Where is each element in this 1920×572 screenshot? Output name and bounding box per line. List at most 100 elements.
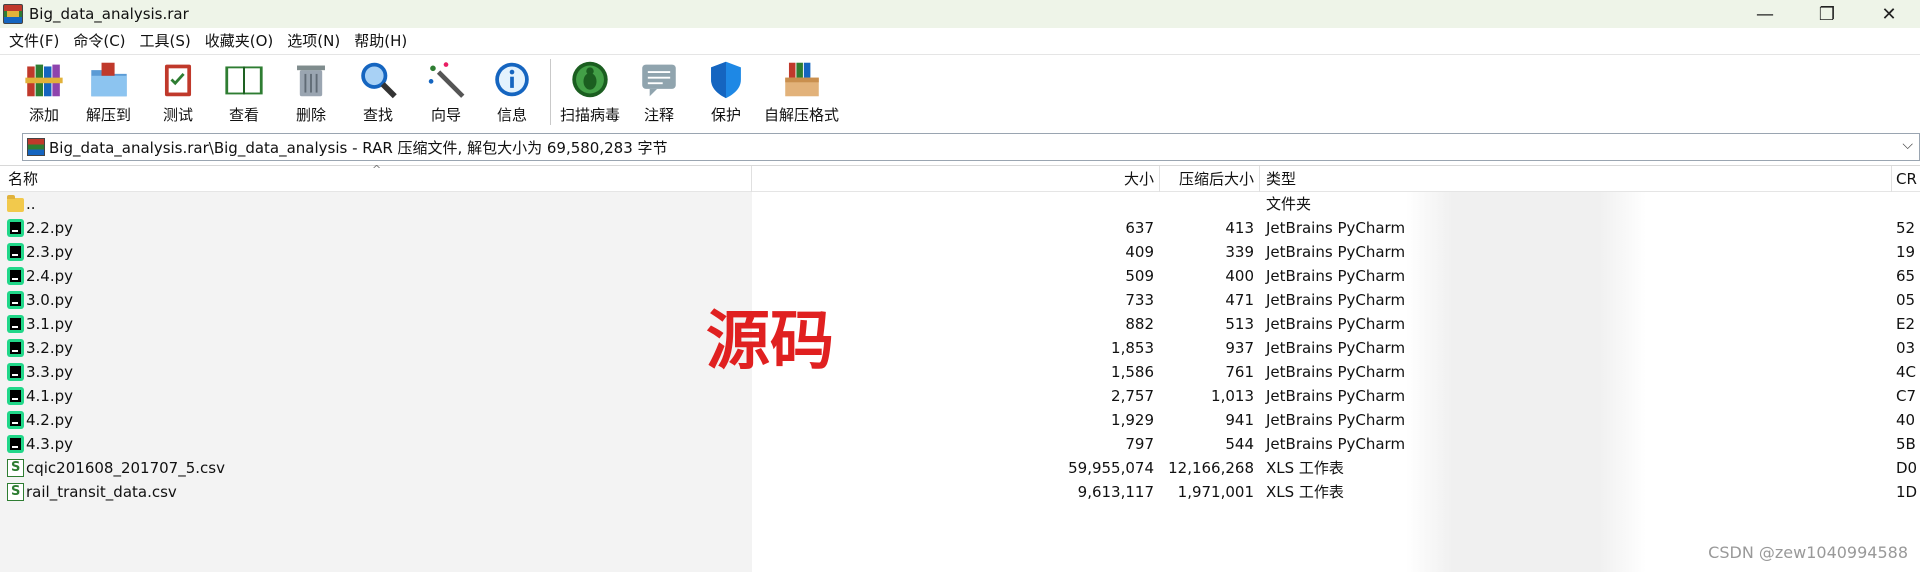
csdn-credit: CSDN @zew1040994588 [1708, 543, 1908, 562]
file-type: JetBrains PyCharm [1266, 387, 1406, 405]
add-books-icon [25, 64, 63, 97]
wizard-wand-icon [428, 62, 465, 98]
file-crc: 4C [1896, 363, 1917, 381]
test-clipboard-icon [164, 64, 192, 97]
column-separator[interactable] [1159, 166, 1160, 192]
file-crc: 03 [1896, 339, 1916, 357]
find-button[interactable]: 查找 [356, 59, 400, 125]
add-button[interactable]: 添加 [22, 59, 66, 125]
file-size: 882 [1125, 315, 1154, 333]
info-button[interactable]: 信息 [490, 59, 534, 125]
file-row[interactable]: 2.4.py 509 400 JetBrains PyCharm 65 [0, 264, 1920, 288]
address-path: Big_data_analysis.rar\Big_data_analysis … [49, 138, 668, 157]
file-name: 4.1.py [26, 387, 74, 405]
view-book-icon [225, 66, 263, 95]
info-icon [495, 62, 529, 97]
file-row[interactable]: .. 文件夹 [0, 192, 1920, 216]
column-size[interactable]: 大小 [1124, 166, 1154, 192]
column-name[interactable]: 名称 [8, 166, 38, 192]
protect-button[interactable]: 保护 [704, 59, 748, 125]
file-size: 797 [1125, 435, 1154, 453]
add-label: 添加 [28, 106, 59, 124]
address-bar[interactable]: Big_data_analysis.rar\Big_data_analysis … [22, 133, 1920, 161]
window-controls: — ❐ ✕ [1734, 0, 1920, 28]
scan-virus-label: 扫描病毒 [560, 106, 621, 124]
file-size: 9,613,117 [1077, 483, 1154, 501]
file-name: 3.1.py [26, 315, 74, 333]
menu-tools[interactable]: 工具(S) [133, 30, 198, 51]
extract-to-button[interactable]: 解压到 [86, 59, 131, 125]
menu-commands[interactable]: 命令(C) [66, 30, 132, 51]
menu-help[interactable]: 帮助(H) [347, 30, 414, 51]
file-packed-size: 339 [1225, 243, 1254, 261]
column-separator[interactable] [1891, 166, 1892, 192]
protect-label: 保护 [710, 106, 741, 124]
pycharm-file-icon [7, 267, 24, 285]
file-packed-size: 471 [1225, 291, 1254, 309]
file-size: 1,853 [1111, 339, 1154, 357]
delete-button[interactable]: 删除 [289, 59, 333, 125]
file-name: cqic201608_201707_5.csv [26, 459, 225, 477]
chevron-down-icon[interactable]: ⌵ [1902, 137, 1913, 153]
file-name: 3.3.py [26, 363, 74, 381]
comment-button[interactable]: 注释 [637, 59, 681, 125]
column-type[interactable]: 类型 [1266, 166, 1296, 192]
restore-button[interactable]: ❐ [1796, 0, 1858, 28]
close-button[interactable]: ✕ [1858, 0, 1920, 28]
column-separator[interactable] [751, 166, 752, 192]
toolbar: 添加 解压到 测试 查看 删除 查找 向导 信息 扫描病毒 注释 保护 自解压格… [0, 54, 1920, 128]
file-type: 文件夹 [1266, 195, 1312, 213]
menu-favorites[interactable]: 收藏夹(O) [198, 30, 281, 51]
menu-bar: 文件(F) 命令(C) 工具(S) 收藏夹(O) 选项(N) 帮助(H) [0, 28, 1920, 53]
menu-options[interactable]: 选项(N) [280, 30, 347, 51]
file-row[interactable]: 3.1.py 882 513 JetBrains PyCharm E2 [0, 312, 1920, 336]
file-row[interactable]: 2.3.py 409 339 JetBrains PyCharm 19 [0, 240, 1920, 264]
file-row[interactable]: 2.2.py 637 413 JetBrains PyCharm 52 [0, 216, 1920, 240]
file-type: JetBrains PyCharm [1266, 363, 1406, 381]
csv-file-icon [7, 480, 24, 504]
test-button[interactable]: 测试 [156, 59, 200, 125]
file-row[interactable]: 3.0.py 733 471 JetBrains PyCharm 05 [0, 288, 1920, 312]
file-type: JetBrains PyCharm [1266, 219, 1406, 237]
file-name: rail_transit_data.csv [26, 483, 177, 501]
column-separator[interactable] [1259, 166, 1260, 192]
pycharm-file-icon [7, 243, 24, 261]
column-crc[interactable]: CR [1896, 166, 1917, 192]
find-label: 查找 [362, 106, 393, 124]
pycharm-file-icon [7, 315, 24, 333]
winrar-app-icon [3, 4, 23, 24]
file-crc: 05 [1896, 291, 1916, 309]
file-row[interactable]: 4.2.py 1,929 941 JetBrains PyCharm 40 [0, 408, 1920, 432]
shield-icon [711, 61, 741, 99]
file-type: JetBrains PyCharm [1266, 435, 1406, 453]
file-size: 409 [1125, 243, 1154, 261]
virus-scan-icon [572, 61, 608, 98]
wizard-label: 向导 [430, 106, 461, 124]
view-button[interactable]: 查看 [222, 59, 266, 125]
file-row[interactable]: 4.3.py 797 544 JetBrains PyCharm 5B [0, 432, 1920, 456]
pycharm-file-icon [7, 411, 24, 429]
wizard-button[interactable]: 向导 [424, 59, 468, 125]
menu-file[interactable]: 文件(F) [2, 30, 66, 51]
file-row[interactable]: 4.1.py 2,757 1,013 JetBrains PyCharm C7 [0, 384, 1920, 408]
file-size: 637 [1125, 219, 1154, 237]
file-type: JetBrains PyCharm [1266, 243, 1406, 261]
scan-virus-button[interactable]: 扫描病毒 [560, 59, 620, 125]
file-type: XLS 工作表 [1266, 459, 1344, 477]
file-packed-size: 941 [1225, 411, 1254, 429]
file-type: JetBrains PyCharm [1266, 315, 1406, 333]
column-packed[interactable]: 压缩后大小 [1179, 166, 1254, 192]
pycharm-file-icon [7, 339, 24, 357]
trash-icon [297, 65, 325, 97]
delete-label: 删除 [295, 106, 326, 124]
file-row[interactable]: 3.2.py 1,853 937 JetBrains PyCharm 03 [0, 336, 1920, 360]
sfx-button[interactable]: 自解压格式 [764, 59, 839, 125]
file-name: .. [26, 195, 36, 213]
view-label: 查看 [228, 106, 259, 124]
sort-arrow-icon: ^ [372, 163, 382, 176]
file-row[interactable]: 3.3.py 1,586 761 JetBrains PyCharm 4C [0, 360, 1920, 384]
file-row[interactable]: cqic201608_201707_5.csv 59,955,074 12,166,… [0, 456, 1920, 480]
file-row[interactable]: rail_transit_data.csv 9,613,117 1,971,001 X… [0, 480, 1920, 504]
minimize-button[interactable]: — [1734, 0, 1796, 28]
sfx-label: 自解压格式 [764, 106, 840, 124]
